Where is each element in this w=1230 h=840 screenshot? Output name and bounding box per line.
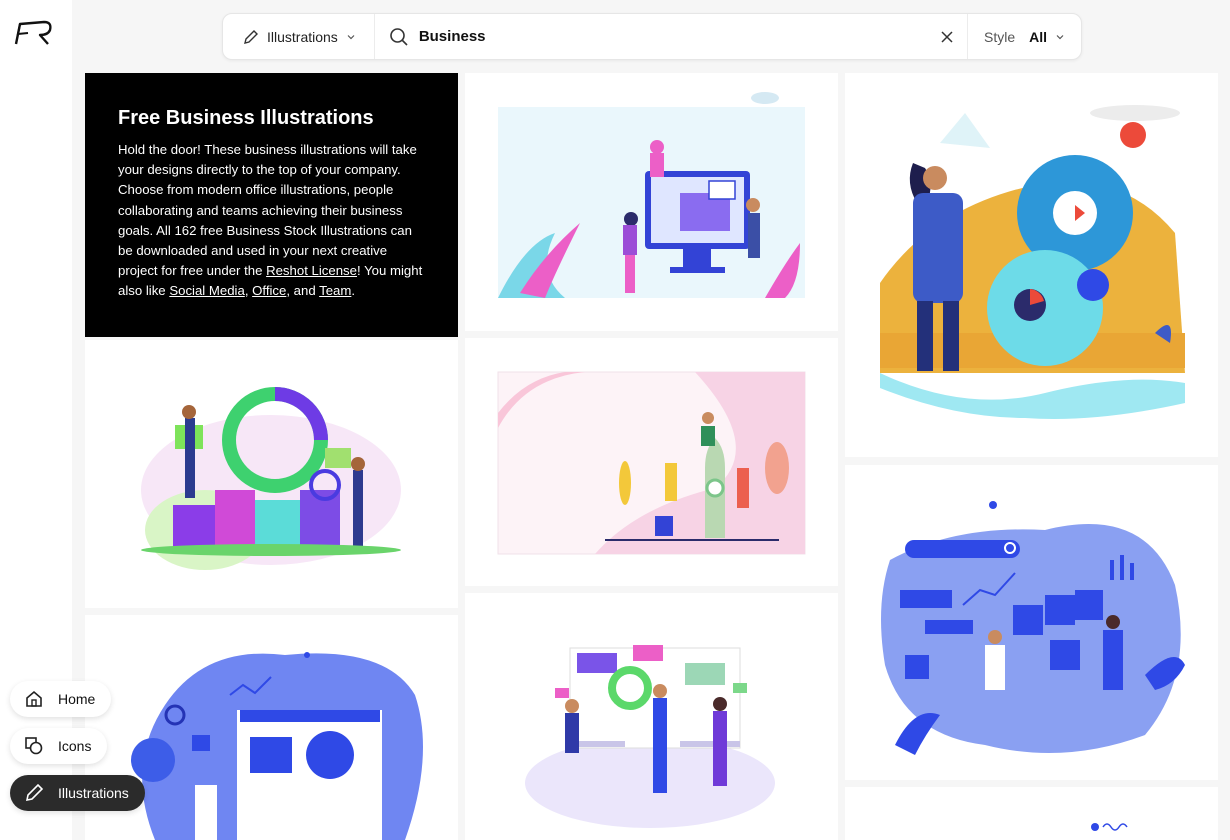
- team-link[interactable]: Team: [319, 283, 351, 298]
- style-value: All: [1029, 28, 1047, 45]
- illustration-card[interactable]: [465, 338, 838, 586]
- promo-panel: Free Business Illustrations Hold the doo…: [85, 73, 458, 337]
- illustration-card[interactable]: [85, 615, 458, 840]
- nav-illustrations-label: Illustrations: [58, 785, 129, 801]
- nav-illustrations[interactable]: Illustrations: [10, 775, 145, 811]
- nav-home-label: Home: [58, 691, 96, 707]
- close-icon: [941, 30, 954, 43]
- presentation-illustration: [131, 652, 423, 840]
- promo-text-1: Hold the door! These business illustrati…: [118, 142, 417, 279]
- clear-search-button[interactable]: [928, 14, 968, 59]
- search-icon: [390, 27, 408, 46]
- search-bar: Illustrations Style All: [222, 13, 1082, 60]
- teamwork-rocket-illustration: [497, 371, 806, 555]
- illustration-card[interactable]: [845, 465, 1218, 780]
- business-team-illustration: [141, 387, 401, 570]
- pencil-icon: [244, 29, 258, 44]
- illustration-card[interactable]: [85, 340, 458, 608]
- promo-title: Free Business Illustrations: [118, 107, 374, 129]
- office-meeting-illustration: [525, 645, 775, 828]
- promo-sep-2: , and: [286, 283, 320, 299]
- pencil-icon: [25, 783, 44, 802]
- style-dropdown[interactable]: Style All: [968, 14, 1081, 59]
- nav-icons[interactable]: Icons: [10, 728, 108, 764]
- reshot-logo[interactable]: [14, 18, 56, 48]
- illustration-card[interactable]: [465, 593, 838, 840]
- collaboration-illustration: [498, 92, 805, 298]
- search-input[interactable]: [418, 14, 928, 59]
- style-label: Style: [983, 28, 1016, 45]
- illustration-card[interactable]: [845, 787, 1218, 840]
- nav-home[interactable]: Home: [10, 681, 112, 717]
- chevron-down-icon: [1056, 34, 1064, 39]
- social-media-link[interactable]: Social Media: [169, 283, 245, 298]
- asset-type-label: Illustrations: [267, 28, 338, 45]
- promo-description: Hold the door! These business illustrati…: [118, 140, 424, 302]
- nav-icons-label: Icons: [58, 738, 92, 754]
- problem-solving-illustration: [881, 501, 1185, 755]
- chevron-down-icon: [347, 34, 355, 39]
- gears-puzzle-illustration: [880, 105, 1185, 419]
- home-icon: [26, 690, 42, 707]
- partial-illustration: [1091, 823, 1128, 831]
- asset-type-dropdown[interactable]: Illustrations: [223, 14, 375, 59]
- illustration-card[interactable]: [845, 73, 1218, 457]
- reshot-license-link[interactable]: Reshot License: [266, 263, 357, 278]
- illustration-card[interactable]: [465, 73, 838, 331]
- office-link[interactable]: Office: [252, 283, 286, 298]
- shapes-icon: [25, 737, 43, 755]
- promo-end: .: [351, 283, 356, 299]
